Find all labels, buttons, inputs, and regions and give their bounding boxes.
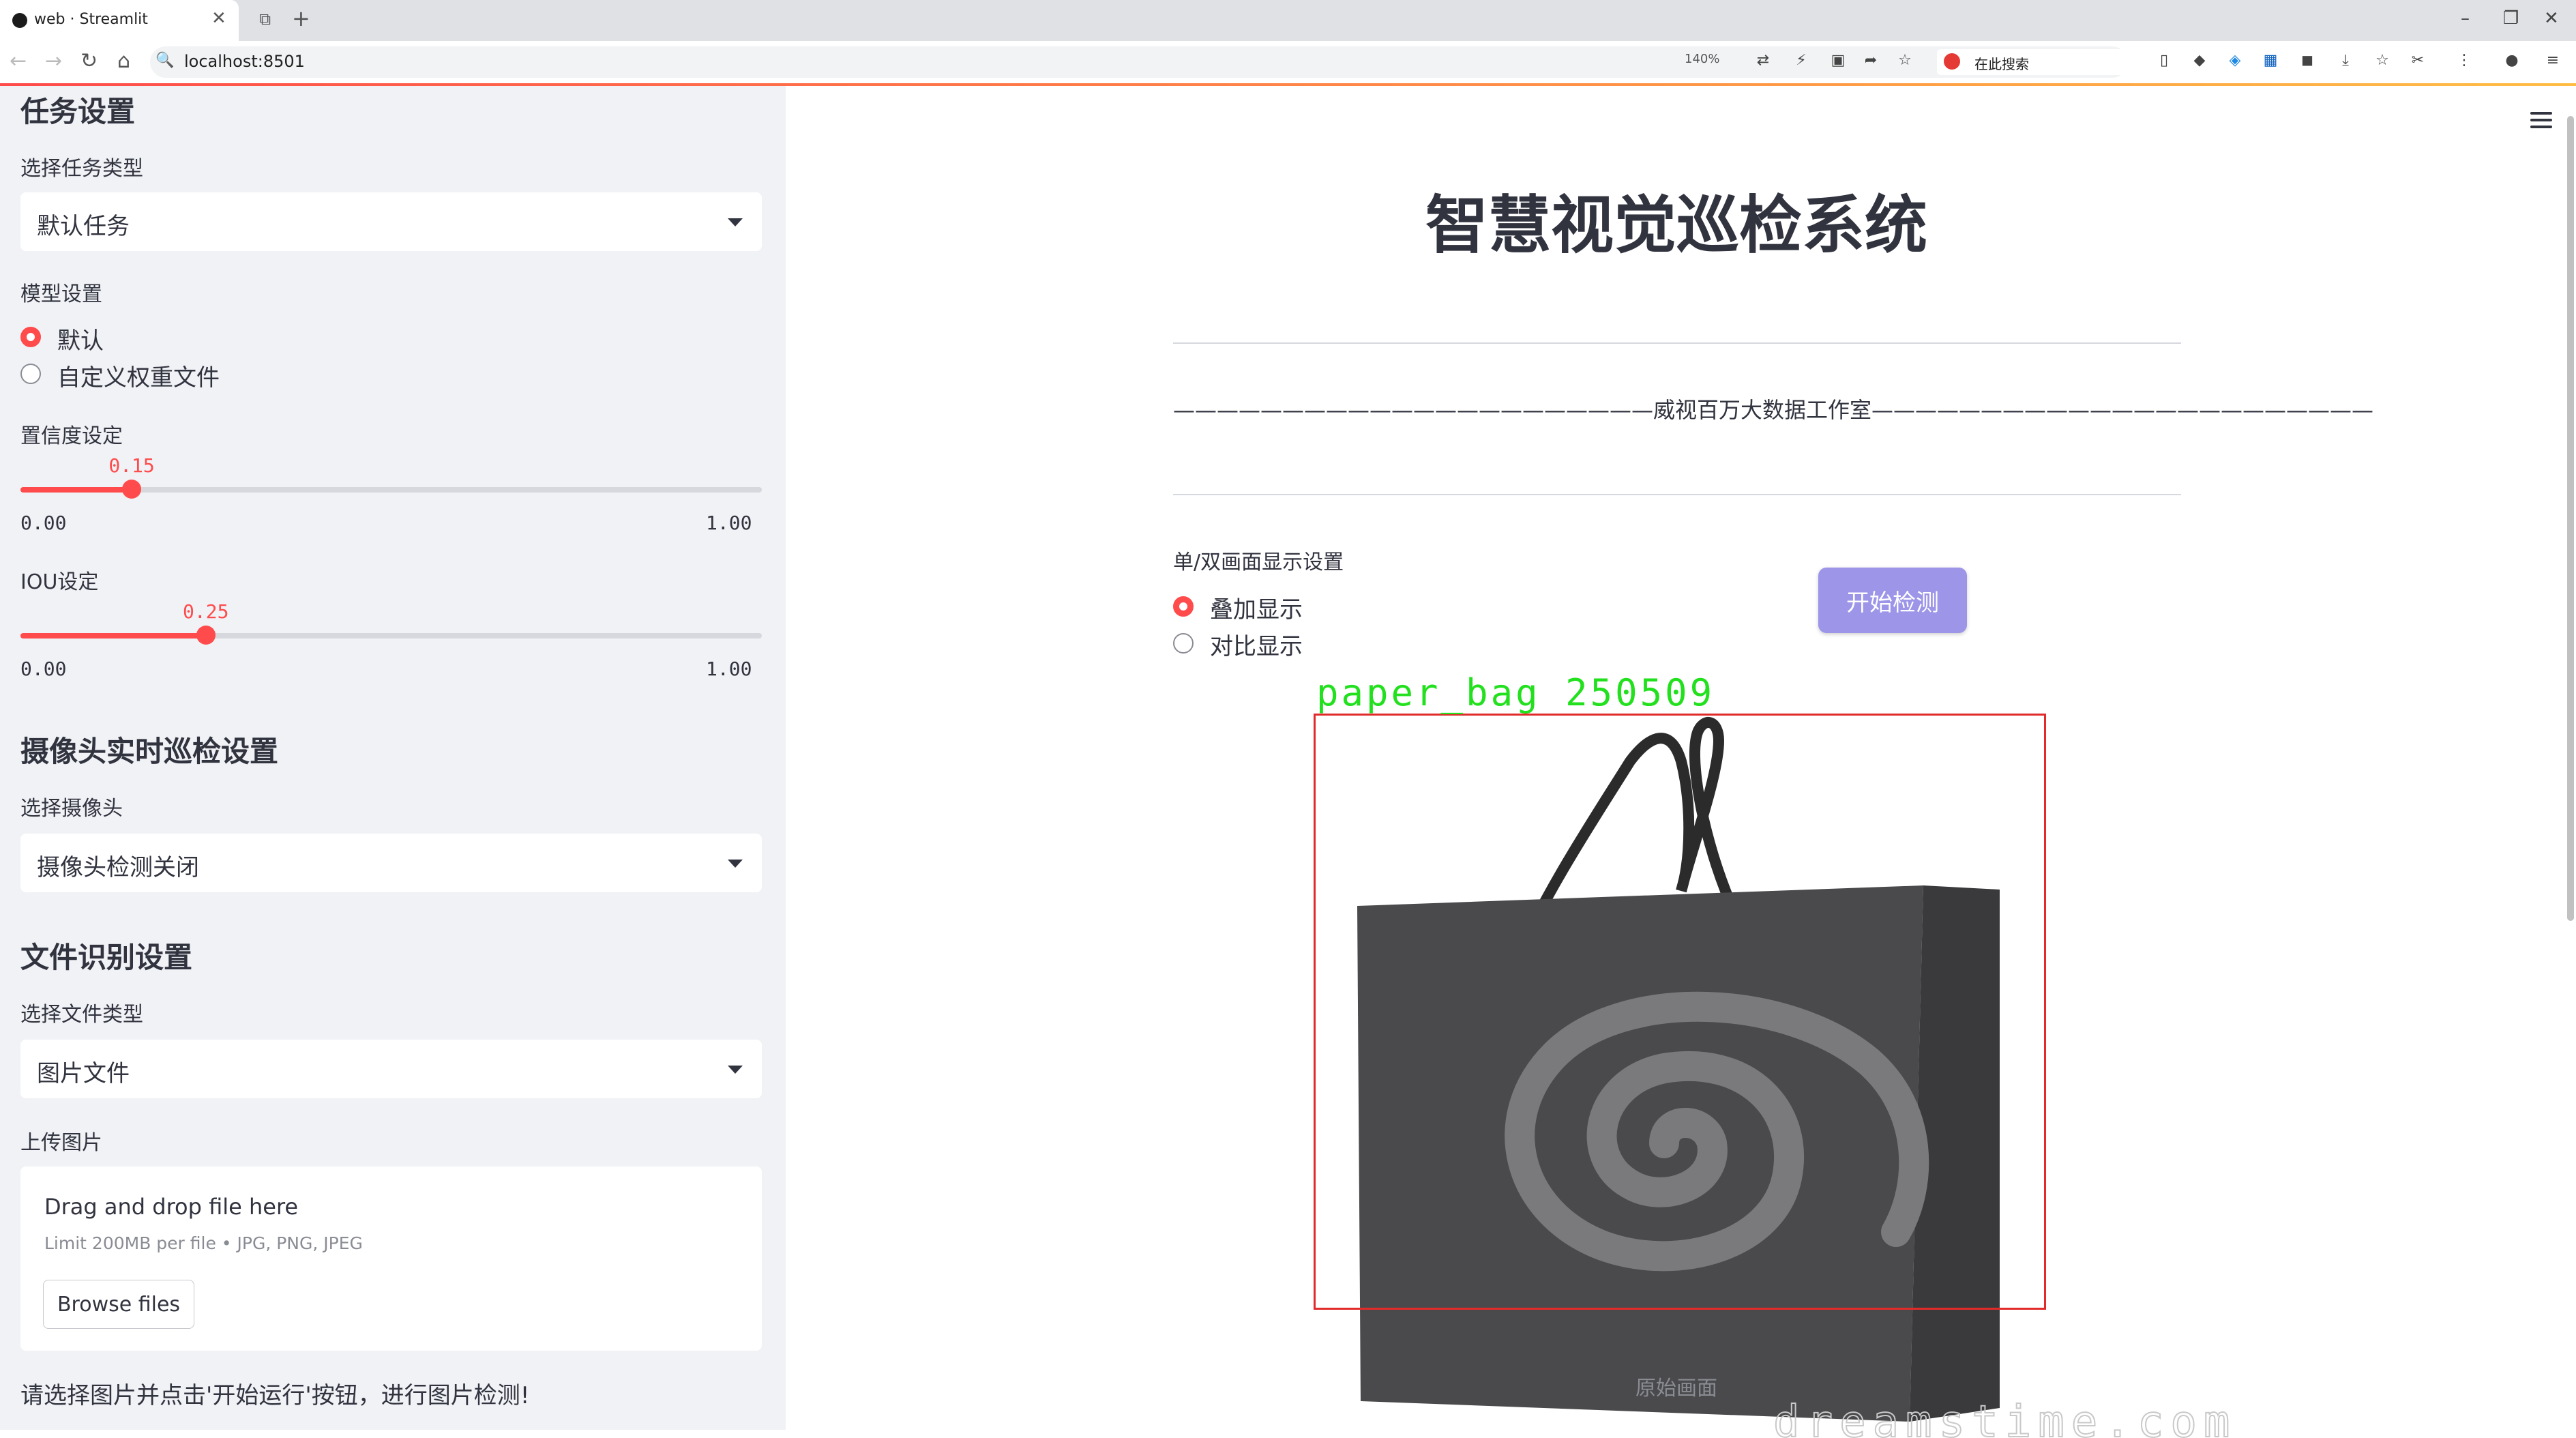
share-icon[interactable]: ➦ [1862,52,1880,70]
new-tab-icon[interactable]: + [292,5,310,31]
profile-avatar-icon[interactable]: ● [2503,52,2521,70]
iou-slider-fill [20,633,206,639]
page-title: 智慧视觉巡检系统 [1425,189,1927,262]
task-type-select[interactable]: 默认任务 [20,192,762,251]
file-type-label: 选择文件类型 [20,1003,143,1027]
task-type-value: 默认任务 [37,213,130,240]
confidence-slider-thumb[interactable] [122,480,142,499]
file-dropzone[interactable]: Drag and drop file here Limit 200MB per … [20,1166,762,1351]
iou-min: 0.00 [20,658,67,680]
confidence-label: 置信度设定 [20,424,123,448]
model-option-custom[interactable]: 自定义权重文件 [57,359,220,392]
camera-label: 选择摄像头 [20,797,123,821]
screenshot-icon[interactable]: ▣ [1829,52,1847,70]
window-close-icon[interactable]: ✕ [2544,8,2559,29]
search-box[interactable] [1937,49,2138,75]
zoom-level[interactable]: 140% [1685,52,1719,66]
model-settings-label: 模型设置 [20,282,102,306]
task-settings-heading: 任务设置 [20,95,136,128]
confidence-slider[interactable] [20,480,762,499]
url-text: localhost:8501 [184,52,305,71]
tab-groups-icon[interactable]: ⧉ [259,10,271,29]
main-content: 智慧视觉巡检系统 ——————————————————————威视百万大数据工作… [786,86,2576,1438]
dropzone-title: Drag and drop file here [44,1194,299,1220]
more-vert-icon[interactable]: ⋮ [2455,52,2473,70]
site-info-icon[interactable]: 🔍 [156,52,174,70]
search-placeholder: 在此搜索 [1974,56,2029,72]
display-radio-compare[interactable] [1173,633,1194,654]
back-icon[interactable]: ← [10,49,27,73]
chevron-down-icon [728,1066,743,1074]
main-menu-icon[interactable] [2530,112,2552,132]
confidence-max: 1.00 [706,512,752,534]
image-caption: 原始画面 [1635,1377,1717,1400]
camera-value: 摄像头检测关闭 [37,854,199,881]
cut-icon[interactable]: ✂ [2409,52,2427,70]
sidebar-hint-text: 请选择图片并点击'开始运行'按钮，进行图片检测! [20,1382,530,1409]
file-settings-heading: 文件识别设置 [20,941,193,974]
file-type-value: 图片文件 [37,1060,130,1087]
minimize-icon[interactable]: – [2461,8,2470,29]
browser-menu-icon[interactable]: ≡ [2544,52,2562,70]
home-icon[interactable]: ⌂ [117,49,130,73]
extension-blue-icon[interactable]: ◈ [2226,52,2244,70]
extension-color-icon[interactable]: ◆ [2191,52,2208,70]
display-radio-overlay[interactable] [1173,596,1194,617]
tab-title: web · Streamlit [34,11,148,28]
favorites-icon[interactable]: ☆ [2373,52,2391,70]
divider [1173,342,2181,344]
image-watermark: dreamstime.com [1773,1397,2236,1438]
reload-icon[interactable]: ↻ [80,49,98,73]
iou-max: 1.00 [706,658,752,680]
page-scrollbar[interactable] [2567,116,2574,921]
translate-icon[interactable]: ⇄ [1754,52,1772,70]
iou-value: 0.25 [183,600,229,623]
browse-files-button[interactable]: Browse files [43,1280,194,1329]
display-option-overlay[interactable]: 叠加显示 [1210,591,1303,624]
detection-bounding-box [1314,714,2046,1310]
browser-tab-bar: web · Streamlit ✕ ⧉ + – ❐ ✕ [0,0,2576,41]
forward-icon[interactable]: → [45,49,62,73]
confidence-min: 0.00 [20,512,67,534]
bookmark-star-icon[interactable]: ☆ [1896,52,1914,70]
iou-slider-thumb[interactable] [196,626,216,645]
extension-black-icon[interactable]: ◼ [2298,52,2316,70]
download-icon[interactable]: ⤓ [2337,52,2354,70]
sidebar: 任务设置 选择任务类型 默认任务 模型设置 默认 自定义权重文件 置信度设定 0… [0,86,786,1430]
camera-select[interactable]: 摄像头检测关闭 [20,834,762,892]
display-mode-label: 单/双画面显示设置 [1173,551,1344,574]
divider [1173,494,2181,495]
studio-subtitle: ——————————————————————威视百万大数据工作室————————… [1173,397,2374,423]
streamlit-favicon-icon [12,13,27,28]
restore-icon[interactable]: ❐ [2503,8,2519,29]
tab-close-icon[interactable]: ✕ [211,8,226,29]
extension-translate-icon[interactable]: ▦ [2262,52,2279,70]
mobile-icon[interactable]: ▯ [2155,52,2173,70]
model-radio-default[interactable] [20,327,41,347]
file-type-select[interactable]: 图片文件 [20,1040,762,1098]
task-type-label: 选择任务类型 [20,157,143,181]
browser-tab[interactable]: web · Streamlit ✕ [0,0,239,41]
search-engine-icon[interactable] [1944,53,1960,70]
detection-label: paper_bag 250509 [1316,671,1715,714]
chevron-down-icon [728,860,743,868]
camera-settings-heading: 摄像头实时巡检设置 [20,735,279,768]
confidence-slider-fill [20,487,132,493]
model-radio-custom[interactable] [20,364,41,384]
chevron-down-icon [728,218,743,226]
lightning-icon[interactable]: ⚡ [1792,52,1810,70]
iou-label: IOU设定 [20,570,99,594]
display-option-compare[interactable]: 对比显示 [1210,628,1303,661]
confidence-value: 0.15 [108,454,155,477]
model-option-default[interactable]: 默认 [57,322,104,355]
dropzone-limit: Limit 200MB per file • JPG, PNG, JPEG [44,1233,363,1253]
iou-slider[interactable] [20,626,762,645]
upload-label: 上传图片 [20,1131,102,1155]
address-bar-row: ← → ↻ ⌂ 🔍 localhost:8501 140% ⇄ ⚡ ▣ ➦ ☆ … [0,41,2576,84]
start-detection-button[interactable]: 开始检测 [1818,568,1967,633]
